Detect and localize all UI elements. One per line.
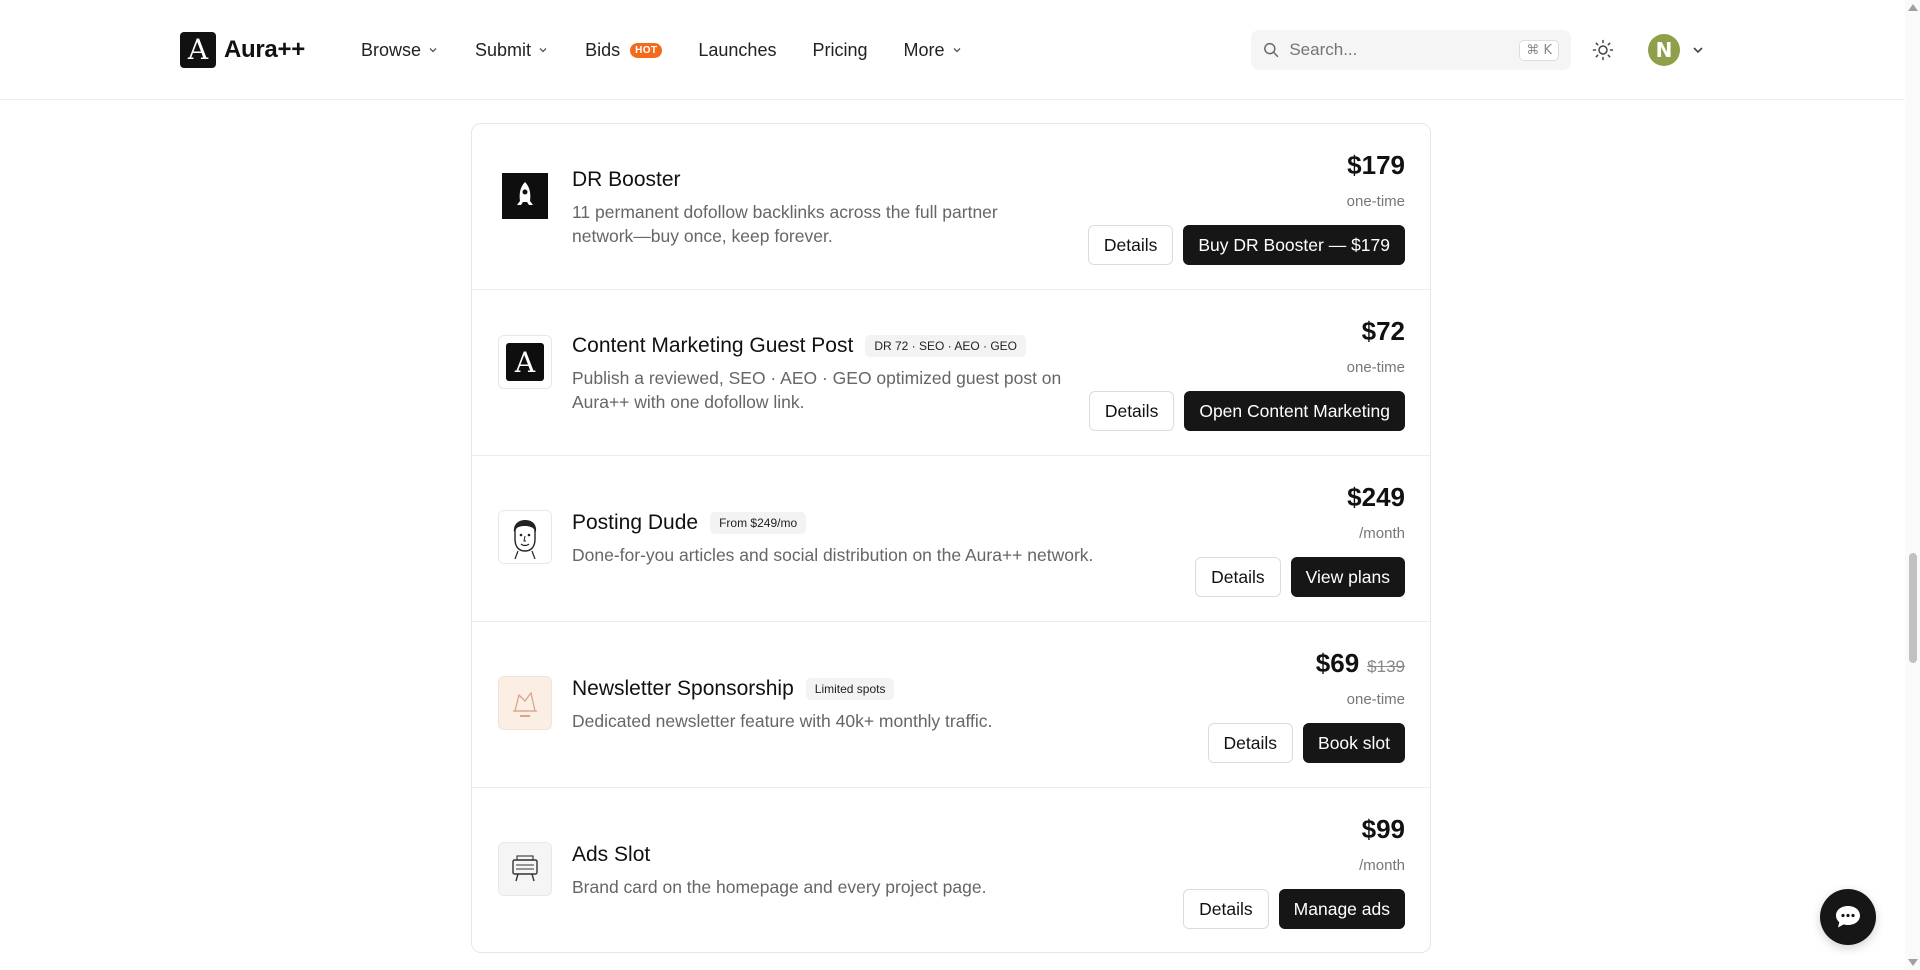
chevron-down-icon: [953, 48, 960, 53]
product-price: $179: [1347, 150, 1405, 181]
avatar[interactable]: N: [1648, 34, 1680, 66]
price-period: one-time: [1346, 359, 1405, 376]
top-header: A Aura++ Browse Submit Bids HOT Launches…: [0, 0, 1905, 100]
original-price: $139: [1367, 657, 1405, 676]
details-button[interactable]: Details: [1088, 391, 1175, 431]
price-period: /month: [1359, 525, 1405, 542]
scroll-up-arrow[interactable]: [1908, 4, 1918, 11]
product-name: Content Marketing Guest Post: [572, 334, 854, 357]
product-badge: DR 72 · SEO · AEO · GEO: [865, 335, 1027, 357]
details-button[interactable]: Details: [1087, 225, 1174, 265]
logo[interactable]: A Aura++: [180, 32, 305, 68]
product-description: Done-for-you articles and social distrib…: [572, 545, 1094, 565]
newsletter-illustration-icon: [498, 676, 552, 730]
nav-pricing[interactable]: Pricing: [812, 40, 867, 61]
product-name: DR Booster: [572, 168, 681, 191]
nav-launches[interactable]: Launches: [698, 40, 776, 61]
price-period: one-time: [1346, 193, 1405, 210]
rocket-logo-icon: [498, 169, 552, 223]
nav-browse[interactable]: Browse: [361, 40, 439, 61]
product-actions: Details Manage ads: [1183, 889, 1405, 929]
product-title-line: Newsletter Sponsorship Limited spots: [572, 677, 895, 701]
product-row-posting-dude: Posting Dude From $249/mo Done-for-you a…: [472, 456, 1430, 622]
price-value: $69: [1315, 648, 1360, 678]
page-scrollbar[interactable]: [1905, 0, 1920, 970]
details-button[interactable]: Details: [1207, 723, 1294, 763]
chevron-down-icon[interactable]: [1690, 42, 1706, 58]
nav-bids[interactable]: Bids HOT: [585, 39, 663, 61]
nav-pricing-label: Pricing: [812, 39, 868, 60]
product-description: 11 permanent dofollow backlinks across t…: [572, 202, 998, 246]
nav-browse-label: Browse: [361, 39, 422, 60]
product-title-line: DR Booster: [572, 168, 681, 192]
product-row-newsletter: Newsletter Sponsorship Limited spots Ded…: [472, 622, 1430, 788]
nav-more[interactable]: More: [904, 40, 963, 61]
chat-bubble-icon: [1836, 906, 1860, 928]
product-description: Brand card on the homepage and every pro…: [572, 877, 987, 897]
chat-launcher-button[interactable]: [1820, 889, 1876, 945]
nav-launches-label: Launches: [698, 39, 777, 60]
product-row-ads-slot: Ads Slot Brand card on the homepage and …: [472, 788, 1430, 952]
nav-bids-label: Bids: [585, 39, 621, 60]
product-name: Ads Slot: [572, 843, 651, 866]
product-title-line: Posting Dude From $249/mo: [572, 511, 807, 535]
product-description: Publish a reviewed, SEO · AEO · GEO opti…: [572, 368, 1062, 412]
search-bar[interactable]: ⌘ K: [1251, 30, 1571, 70]
product-actions: Details View plans: [1195, 557, 1405, 597]
main-nav: Browse Submit Bids HOT Launches Pricing …: [361, 36, 999, 64]
theme-toggle-button[interactable]: [1590, 37, 1616, 63]
scroll-down-arrow[interactable]: [1908, 959, 1918, 966]
products-panel: DR Booster 11 permanent dofollow backlin…: [471, 123, 1431, 953]
sun-icon: [1592, 39, 1614, 61]
scroll-thumb[interactable]: [1909, 553, 1917, 663]
product-price: $69 $139: [1316, 648, 1405, 679]
price-value: $249: [1347, 482, 1405, 512]
product-price: $72: [1362, 316, 1405, 347]
price-period: one-time: [1346, 691, 1405, 708]
product-price: $99: [1362, 814, 1405, 845]
product-badge: Limited spots: [805, 678, 895, 700]
chevron-down-icon: [429, 48, 437, 53]
price-value: $179: [1347, 150, 1405, 180]
product-title-line: Ads Slot: [572, 843, 650, 867]
background-heading-ghost: [720, 0, 1240, 16]
manage-ads-button[interactable]: Manage ads: [1278, 889, 1405, 929]
product-name: Posting Dude: [572, 511, 699, 534]
price-value: $99: [1361, 814, 1405, 844]
price-period: /month: [1359, 857, 1405, 874]
product-title-line: Content Marketing Guest Post DR 72 · SEO…: [572, 334, 1027, 358]
product-row-dr-booster: DR Booster 11 permanent dofollow backlin…: [472, 124, 1430, 290]
product-price: $249: [1347, 482, 1405, 513]
price-value: $72: [1361, 316, 1405, 346]
search-shortcut: ⌘ K: [1519, 39, 1559, 61]
ad-board-icon: [498, 842, 552, 896]
nav-submit-label: Submit: [475, 39, 532, 60]
hot-badge: HOT: [630, 42, 663, 58]
buy-dr-booster-button[interactable]: Buy DR Booster — $179: [1183, 225, 1405, 265]
search-icon: [1264, 42, 1279, 58]
product-name: Newsletter Sponsorship: [572, 677, 794, 700]
details-button[interactable]: Details: [1195, 557, 1281, 597]
search-input[interactable]: [1289, 40, 1510, 60]
product-badge: From $249/mo: [710, 512, 807, 534]
product-row-content-marketing: A Content Marketing Guest Post DR 72 · S…: [472, 290, 1430, 456]
open-content-marketing-button[interactable]: Open Content Marketing: [1184, 391, 1405, 431]
chevron-down-icon: [539, 48, 547, 53]
nav-submit[interactable]: Submit: [475, 40, 549, 61]
nav-more-label: More: [903, 39, 945, 60]
book-slot-button[interactable]: Book slot: [1303, 723, 1405, 763]
aura-logo-icon: A: [498, 335, 552, 389]
face-illustration-icon: [498, 510, 552, 564]
view-plans-button[interactable]: View plans: [1290, 557, 1405, 597]
product-actions: Details Buy DR Booster — $179: [1087, 225, 1405, 265]
details-button[interactable]: Details: [1183, 889, 1269, 929]
aura-logo-icon: A: [180, 32, 216, 68]
product-actions: Details Book slot: [1207, 723, 1405, 763]
logo-text: Aura++: [224, 36, 305, 63]
product-description: Dedicated newsletter feature with 40k+ m…: [572, 711, 993, 731]
product-actions: Details Open Content Marketing: [1088, 391, 1405, 431]
